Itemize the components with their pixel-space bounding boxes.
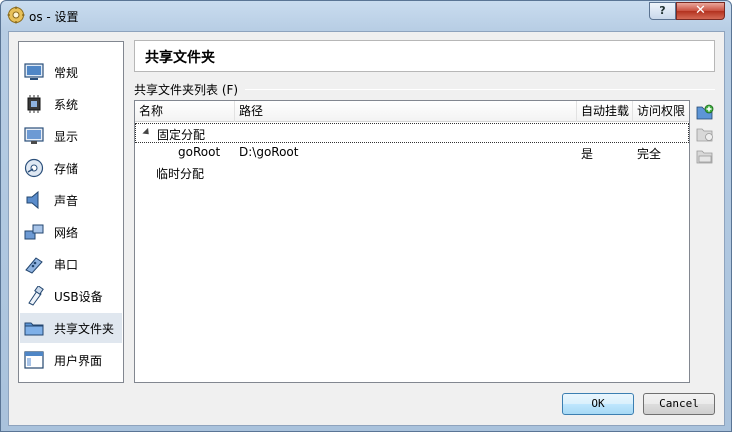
sidebar-item-label: 声音 [54, 193, 79, 208]
group-divider [245, 89, 715, 90]
column-header-path[interactable]: 路径 [235, 101, 577, 122]
expand-arrow-icon[interactable] [142, 127, 152, 138]
sidebar-item-general[interactable]: 常规 [20, 57, 122, 87]
sidebar-item-label: 存储 [54, 161, 79, 176]
settings-window: os - 设置 ? ✕ 常规 系统 显示 存储 声音 网络 串口 USB设备 共… [0, 0, 732, 432]
help-button[interactable]: ? [649, 2, 676, 20]
serial-port-icon [25, 257, 43, 274]
remove-shared-folder-icon[interactable] [696, 148, 714, 164]
network-icon [24, 224, 44, 240]
folder-automount: 是 [581, 147, 594, 161]
system-icon [27, 95, 41, 113]
folder-access: 完全 [637, 147, 662, 161]
sidebar-item-display[interactable]: 显示 [20, 121, 122, 151]
page-header: 共享文件夹 [134, 40, 715, 72]
group-row-transient[interactable]: 临时分配 [135, 163, 689, 183]
sidebar-item-usb[interactable]: USB设备 [20, 281, 122, 311]
sidebar-item-label: 共享文件夹 [54, 321, 115, 336]
shared-folder-icon [24, 322, 44, 336]
edit-shared-folder-icon[interactable] [696, 126, 714, 142]
sidebar-item-label: USB设备 [54, 289, 103, 304]
sidebar-item-label: 串口 [54, 257, 79, 272]
sidebar-item-label: 常规 [54, 65, 79, 80]
folder-name: goRoot [178, 145, 221, 159]
folder-path: D:\goRoot [239, 145, 299, 159]
page-title: 共享文件夹 [145, 50, 215, 66]
sidebar-item-label: 显示 [54, 129, 79, 144]
sidebar-item-label: 系统 [54, 97, 79, 112]
shared-folder-table[interactable]: 名称 路径 自动挂载 访问权限 固定分配 goRoot D:\goRoot 是 … [134, 100, 690, 383]
display-icon [24, 127, 44, 144]
shared-folder-toolbar [696, 102, 716, 182]
title-bar[interactable]: os - 设置 ? ✕ [1, 1, 731, 31]
add-shared-folder-icon[interactable] [696, 104, 714, 120]
column-header-automount[interactable]: 自动挂载 [577, 101, 633, 122]
table-row[interactable]: goRoot D:\goRoot 是 完全 [135, 143, 689, 163]
user-interface-icon [24, 351, 44, 369]
sidebar-item-storage[interactable]: 存储 [20, 153, 122, 183]
general-icon [24, 63, 44, 80]
ok-button[interactable]: OK [562, 393, 634, 415]
cancel-button[interactable]: Cancel [643, 393, 715, 415]
dialog-client-area: 常规 系统 显示 存储 声音 网络 串口 USB设备 共享文件夹 用户界面 共享… [8, 31, 725, 426]
sidebar-item-serial-port[interactable]: 串口 [20, 249, 122, 279]
shared-folder-list-label: 共享文件夹列表 (F) [134, 83, 239, 97]
sidebar-item-shared-folders[interactable]: 共享文件夹 [20, 313, 122, 343]
group-row-fixed[interactable]: 固定分配 [135, 123, 689, 143]
sidebar-item-system[interactable]: 系统 [20, 89, 122, 119]
sidebar-item-network[interactable]: 网络 [20, 217, 122, 247]
storage-icon [24, 158, 44, 178]
close-button[interactable]: ✕ [676, 2, 725, 20]
column-header-name[interactable]: 名称 [135, 101, 235, 122]
sidebar-item-label: 网络 [54, 225, 79, 240]
column-header-access[interactable]: 访问权限 [633, 101, 689, 122]
group-name: 固定分配 [157, 128, 206, 142]
sidebar-item-label: 用户界面 [54, 353, 103, 368]
window-title: os - 设置 [29, 10, 79, 24]
table-header: 名称 路径 自动挂载 访问权限 [135, 101, 689, 122]
group-name: 临时分配 [156, 167, 205, 181]
sidebar-item-audio[interactable]: 声音 [20, 185, 122, 215]
settings-sidebar: 常规 系统 显示 存储 声音 网络 串口 USB设备 共享文件夹 用户界面 [18, 41, 124, 383]
usb-icon [28, 286, 44, 306]
app-gear-icon [7, 6, 25, 24]
sidebar-item-user-interface[interactable]: 用户界面 [20, 345, 122, 375]
audio-icon [26, 190, 39, 210]
